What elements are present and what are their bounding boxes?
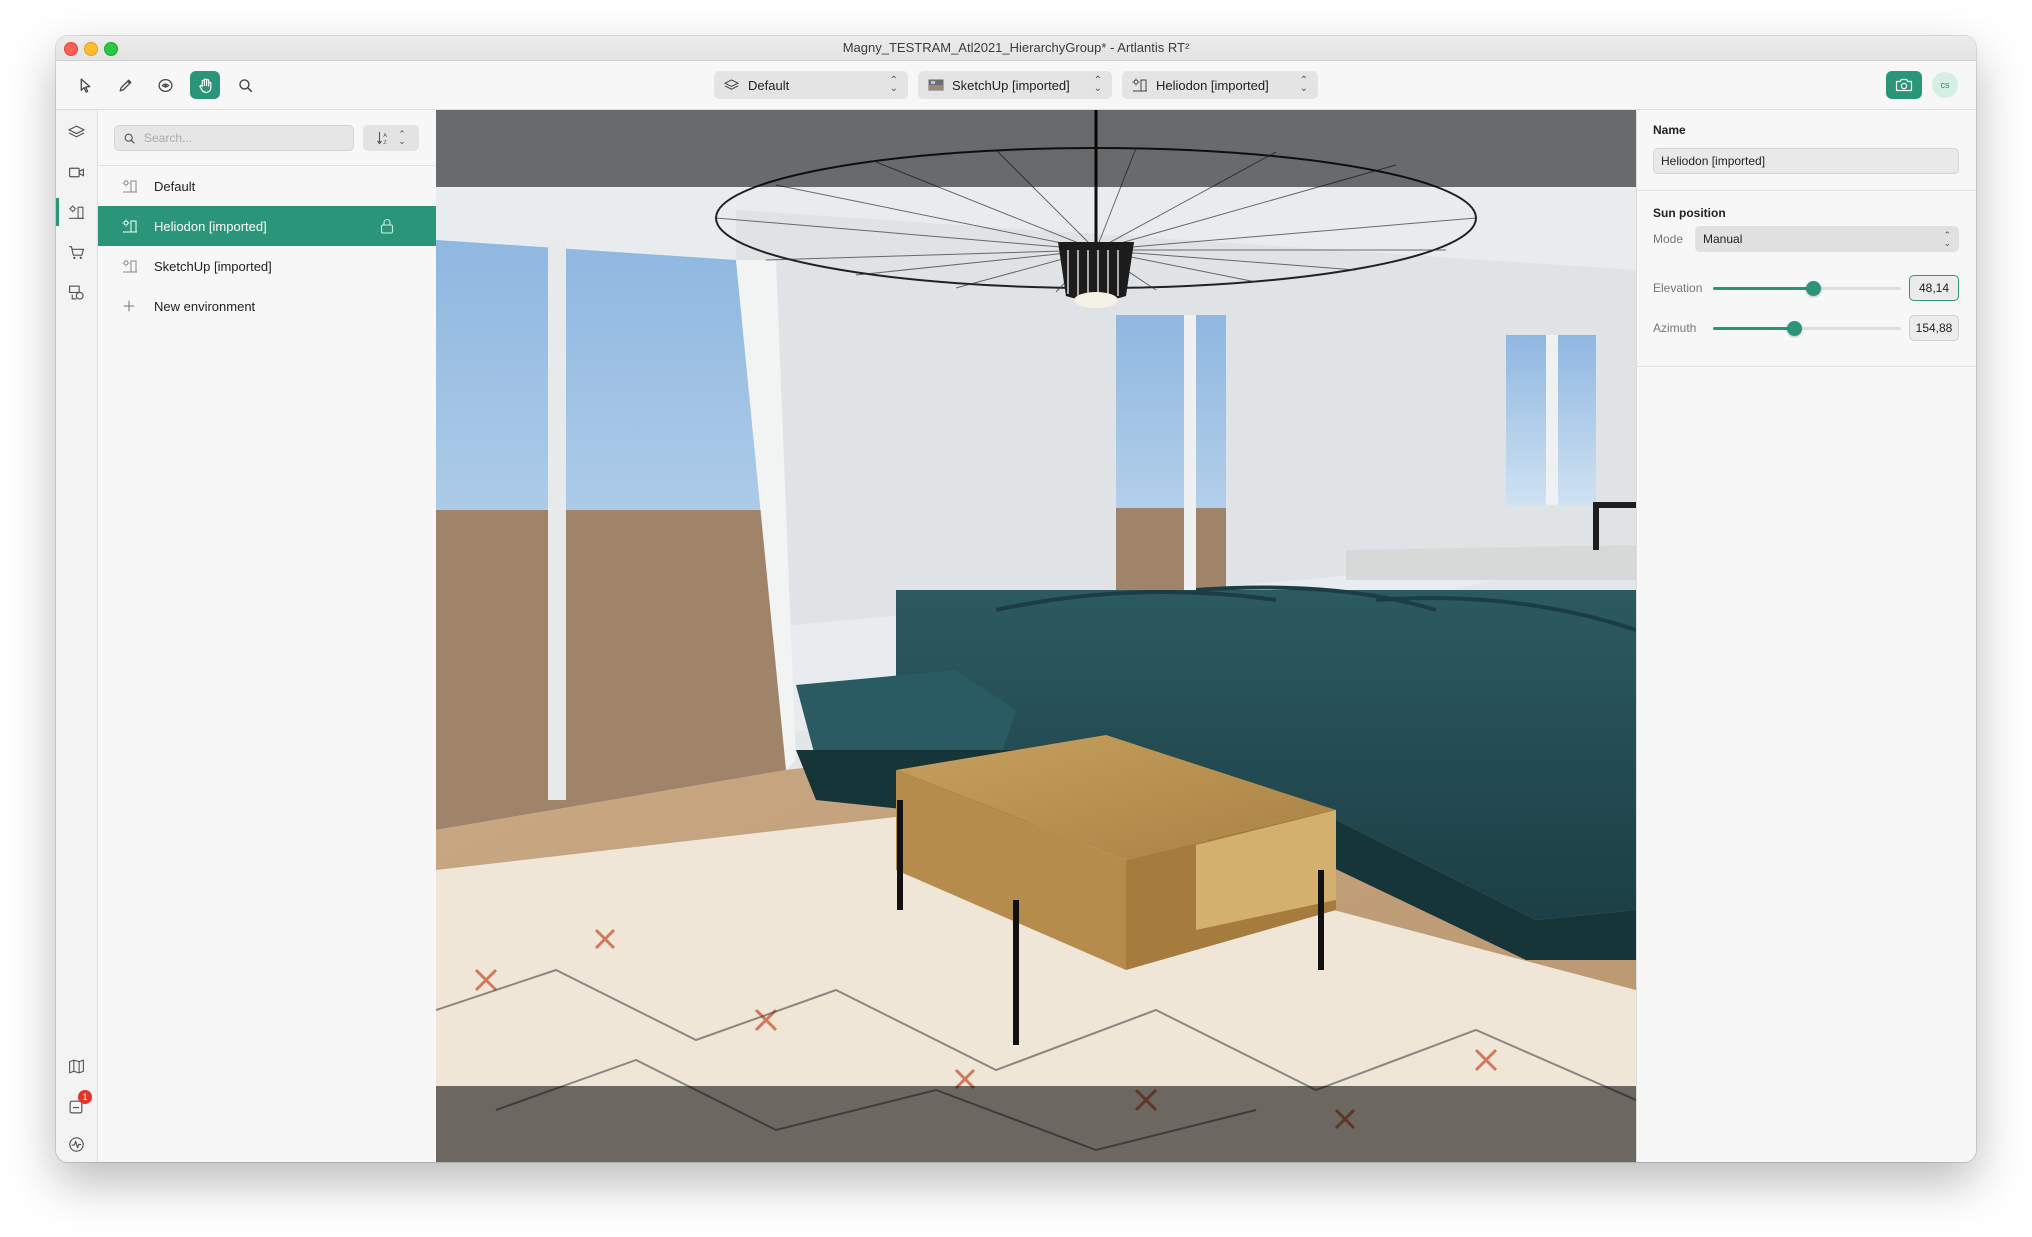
search-field[interactable] bbox=[114, 125, 354, 151]
sort-button[interactable]: AZ ⌃ ⌄ bbox=[363, 125, 419, 151]
new-environment-button[interactable]: New environment bbox=[98, 286, 436, 326]
rail-objects-button[interactable] bbox=[56, 274, 97, 310]
lock-icon[interactable] bbox=[380, 218, 394, 234]
scene-render bbox=[436, 110, 1636, 1162]
orbit-tool-button[interactable] bbox=[150, 71, 180, 99]
environment-dropdown-value: Heliodon [imported] bbox=[1156, 77, 1269, 93]
azimuth-slider-fill bbox=[1713, 327, 1794, 330]
azimuth-slider-handle[interactable] bbox=[1786, 321, 1802, 336]
sun-position-title: Sun position bbox=[1653, 206, 1726, 220]
heliodon-icon bbox=[69, 204, 84, 219]
close-window-button[interactable] bbox=[64, 42, 78, 56]
rail-environments-button[interactable] bbox=[56, 194, 97, 230]
heliodon-icon bbox=[1132, 78, 1148, 92]
heliodon-icon bbox=[122, 258, 140, 274]
rail-activity-button[interactable] bbox=[56, 1126, 97, 1162]
name-section: Name Heliodon [imported] bbox=[1637, 110, 1976, 191]
chevron-updown-icon: ⌃ ⌄ bbox=[889, 75, 898, 94]
mode-label: Mode bbox=[1653, 232, 1684, 246]
camera-thumbnail-icon bbox=[928, 78, 944, 92]
minimize-window-button[interactable] bbox=[84, 42, 98, 56]
search-input[interactable] bbox=[142, 130, 346, 146]
objects-icon bbox=[69, 285, 84, 300]
window-title: Magny_TESTRAM_Atl2021_HierarchyGroup* - … bbox=[842, 40, 1190, 55]
icon-rail: 1 bbox=[56, 110, 98, 1162]
camera-dropdown[interactable]: SketchUp [imported] ⌃ ⌄ bbox=[918, 71, 1112, 99]
layer-dropdown-value: Default bbox=[748, 77, 790, 93]
camera-dropdown-value: SketchUp [imported] bbox=[952, 77, 1070, 93]
environment-item-label: SketchUp [imported] bbox=[154, 258, 272, 274]
arrow-pointer-icon bbox=[80, 77, 90, 93]
azimuth-value-field[interactable]: 154,88 bbox=[1909, 315, 1959, 341]
plus-icon bbox=[122, 298, 140, 314]
environment-item-label: Heliodon [imported] bbox=[154, 218, 267, 234]
name-section-title: Name bbox=[1653, 123, 1686, 137]
select-tool-button[interactable] bbox=[70, 71, 100, 99]
elevation-slider[interactable] bbox=[1713, 281, 1901, 296]
app-window: Magny_TESTRAM_Atl2021_HierarchyGroup* - … bbox=[56, 36, 1976, 1162]
elevation-value-field[interactable]: 48,14 bbox=[1909, 275, 1959, 301]
sort-icon: AZ bbox=[377, 132, 387, 146]
rail-notifications-button[interactable]: 1 bbox=[56, 1088, 97, 1124]
azimuth-label: Azimuth bbox=[1653, 321, 1697, 335]
pan-tool-button[interactable] bbox=[190, 71, 220, 99]
cart-icon bbox=[69, 245, 84, 259]
activity-icon bbox=[69, 1136, 84, 1152]
layer-dropdown[interactable]: Default ⌃ ⌄ bbox=[714, 71, 908, 99]
chevron-updown-icon: ⌃ ⌄ bbox=[1299, 75, 1308, 94]
rail-cameras-button[interactable] bbox=[56, 154, 97, 190]
orbit-icon bbox=[157, 78, 173, 92]
map-icon bbox=[69, 1059, 84, 1073]
chevron-updown-icon: ⌃ ⌄ bbox=[1943, 230, 1951, 248]
toolbar: Default ⌃ ⌄ SketchUp [imported] ⌃ ⌄ Heliod… bbox=[56, 61, 1976, 110]
render-button[interactable] bbox=[1886, 71, 1922, 99]
elevation-slider-fill bbox=[1713, 287, 1813, 290]
search-row: AZ ⌃⌄ bbox=[98, 110, 436, 166]
environment-dropdown[interactable]: Heliodon [imported] ⌃ ⌄ bbox=[1122, 71, 1318, 99]
heliodon-icon bbox=[122, 178, 140, 194]
pen-tool-button[interactable] bbox=[110, 71, 140, 99]
elevation-label: Elevation bbox=[1653, 281, 1703, 295]
new-environment-label: New environment bbox=[154, 298, 256, 314]
environment-name-field[interactable]: Heliodon [imported] bbox=[1653, 148, 1959, 174]
video-camera-icon bbox=[69, 167, 84, 177]
zoom-tool-button[interactable] bbox=[230, 71, 260, 99]
environment-item-sketchup[interactable]: SketchUp [imported] bbox=[98, 246, 436, 286]
title-bar: Magny_TESTRAM_Atl2021_HierarchyGroup* - … bbox=[56, 36, 1976, 61]
layers-icon bbox=[68, 124, 85, 137]
notification-badge: 1 bbox=[78, 1090, 92, 1104]
rail-shop-button[interactable] bbox=[56, 234, 97, 270]
chevron-updown-icon: ⌃ ⌄ bbox=[398, 129, 406, 146]
environment-item-default[interactable]: Default bbox=[98, 166, 436, 206]
azimuth-slider[interactable] bbox=[1713, 321, 1901, 336]
hand-icon bbox=[198, 78, 211, 93]
rail-layers-button[interactable] bbox=[56, 114, 97, 150]
avatar[interactable]: cs bbox=[1932, 72, 1958, 98]
sun-position-section: Sun position Mode Manual ⌃ ⌄ Elevation 48… bbox=[1637, 191, 1976, 367]
camera-icon bbox=[1895, 78, 1913, 92]
layers-icon bbox=[724, 78, 740, 92]
heliodon-icon bbox=[122, 218, 140, 234]
svg-text:Z: Z bbox=[383, 140, 387, 146]
render-viewport[interactable] bbox=[436, 110, 1636, 1162]
magnifier-icon bbox=[238, 78, 252, 92]
mode-select[interactable]: Manual ⌃ ⌄ bbox=[1695, 226, 1959, 252]
pencil-icon bbox=[119, 79, 131, 91]
environment-item-heliodon[interactable]: Heliodon [imported] bbox=[98, 206, 436, 246]
mode-select-value: Manual bbox=[1703, 232, 1743, 246]
elevation-slider-handle[interactable] bbox=[1805, 281, 1821, 296]
properties-panel: Name Heliodon [imported] Sun position Mo… bbox=[1636, 110, 1976, 1162]
environment-item-label: Default bbox=[154, 178, 196, 194]
rail-map-button[interactable] bbox=[56, 1048, 97, 1084]
environments-panel: AZ ⌃⌄ Default Heliodon [imported] Sketch… bbox=[98, 110, 437, 1162]
zoom-window-button[interactable] bbox=[104, 42, 118, 56]
svg-text:A: A bbox=[383, 133, 387, 139]
chevron-updown-icon: ⌃ ⌄ bbox=[1093, 75, 1102, 94]
search-icon bbox=[124, 133, 135, 144]
